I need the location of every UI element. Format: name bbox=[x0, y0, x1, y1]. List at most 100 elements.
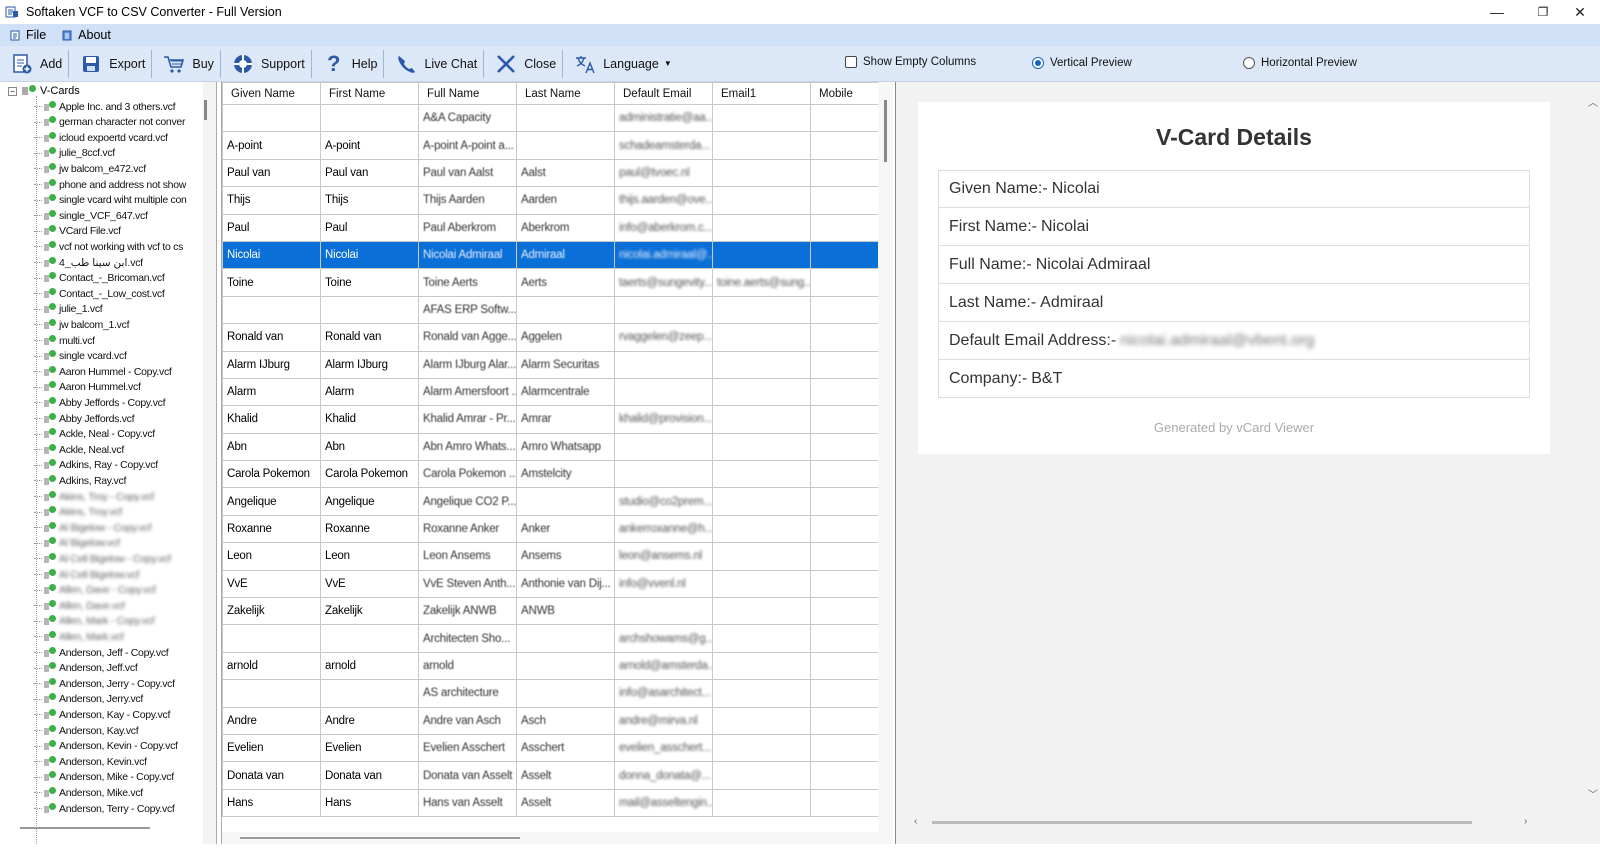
table-row[interactable]: Roxanne Roxanne Roxanne Anker Anker ankerrox… bbox=[222, 514, 879, 544]
tree-item[interactable]: Anderson, Jerry.vcf bbox=[34, 692, 143, 707]
table-row[interactable]: Abn Abn Abn Amro Whats... Amro Whatsapp bbox=[222, 432, 879, 462]
table-row[interactable]: Toine Toine Toine Aerts Aerts taerts@sungevi… bbox=[222, 268, 879, 297]
tree-item[interactable]: Adkins, Ray.vcf bbox=[34, 473, 126, 488]
table-row[interactable]: AS architecture info@asarchitect... bbox=[222, 679, 879, 708]
table-row[interactable]: Angelique Angelique Angelique CO2 P... stud… bbox=[222, 487, 879, 516]
table-row[interactable]: Paul Paul Paul Aberkrom Aberkrom info@aberkr… bbox=[222, 213, 879, 242]
grid-vertical-scrollbar[interactable] bbox=[878, 82, 893, 844]
tree-item[interactable]: single vcard wiht multiple con bbox=[34, 193, 187, 208]
column-header[interactable]: Email1 bbox=[712, 82, 811, 105]
column-header[interactable]: Last Name bbox=[516, 82, 615, 105]
table-row[interactable]: Khalid Khalid Khalid Amrar - Pr... Amrar kha… bbox=[222, 405, 879, 434]
tree-item[interactable]: Anderson, Jerry - Copy.vcf bbox=[34, 676, 175, 691]
tree-item[interactable]: julie_1.vcf bbox=[34, 302, 103, 317]
tree-item[interactable]: 4_ابن سينا طب.vcf bbox=[34, 255, 143, 270]
table-row[interactable]: A-point A-point A-point A-point a... schade… bbox=[222, 131, 879, 160]
chevron-right-icon[interactable]: › bbox=[1524, 816, 1527, 827]
tree-item[interactable]: VCard File.vcf bbox=[34, 224, 121, 239]
column-header[interactable]: First Name bbox=[320, 82, 419, 105]
table-row[interactable]: Evelien Evelien Evelien Asschert Asschert ev… bbox=[222, 733, 879, 763]
chevron-left-icon[interactable]: ‹ bbox=[914, 816, 917, 827]
table-row[interactable]: Leon Leon Leon Ansems Ansems leon@ansems.nl bbox=[222, 542, 879, 571]
tree-item[interactable]: Akins, Troy.vcf bbox=[34, 505, 122, 520]
help-button[interactable]: ? Help bbox=[312, 49, 384, 79]
tree-item[interactable]: Allen, Dave.vcf bbox=[34, 598, 125, 613]
tree-item[interactable]: Abby Jeffords - Copy.vcf bbox=[34, 395, 166, 410]
table-row[interactable]: Donata van Donata van Donata van Asselt Ass… bbox=[222, 761, 879, 790]
column-header[interactable]: Full Name bbox=[418, 82, 517, 105]
tree-item[interactable]: Anderson, Jeff - Copy.vcf bbox=[34, 645, 169, 660]
tree-item[interactable]: Anderson, Kay.vcf bbox=[34, 723, 139, 738]
tree-item[interactable]: Anderson, Mike.vcf bbox=[34, 785, 143, 800]
tree-item[interactable]: Allen, Mark.vcf bbox=[34, 629, 124, 644]
buy-button[interactable]: Buy bbox=[152, 49, 220, 79]
tree-item[interactable]: Adkins, Ray - Copy.vcf bbox=[34, 458, 158, 473]
tree-vertical-scrollbar[interactable] bbox=[203, 82, 216, 844]
tree-item[interactable]: Aaron Hummel - Copy.vcf bbox=[34, 364, 172, 379]
tree-item[interactable]: julie_8ccf.vcf bbox=[34, 146, 115, 161]
tree-hscroll-thumb[interactable] bbox=[20, 827, 150, 829]
table-row[interactable]: Thijs Thijs Thijs Aarden Aarden thijs.aarden… bbox=[222, 186, 879, 215]
preview-vertical-scrollbar[interactable]: ︿ ﹀ bbox=[1586, 82, 1600, 844]
export-button[interactable]: Export bbox=[69, 49, 151, 79]
preview-hscroll-thumb[interactable] bbox=[932, 821, 1472, 824]
tree-item[interactable]: icloud expoertd vcard.vcf bbox=[34, 130, 168, 145]
table-row[interactable]: Andre Andre Andre van Asch Asch andre@mirva.… bbox=[222, 706, 879, 735]
tree-item[interactable]: Apple Inc. and 3 others.vcf bbox=[34, 99, 176, 114]
contacts-grid[interactable]: Given Name First Name Full Name Last Name De… bbox=[221, 82, 893, 844]
tree-item[interactable]: Anderson, Terry - Copy.vcf bbox=[34, 801, 175, 816]
show-empty-columns-checkbox[interactable]: Show Empty Columns bbox=[845, 56, 976, 68]
minimize-button[interactable]: — bbox=[1474, 0, 1520, 24]
tree-item[interactable]: Anderson, Kevin - Copy.vcf bbox=[34, 739, 178, 754]
table-row[interactable]: Carola Pokemon Carola Pokemon Carola Pokem… bbox=[222, 460, 879, 489]
table-row[interactable]: Alarm IJburg Alarm IJburg Alarm IJburg Ala… bbox=[222, 350, 879, 379]
tree-item[interactable]: german character not conver bbox=[34, 115, 185, 130]
table-row[interactable]: Paul van Paul van Paul van Aalst Aalst paul@… bbox=[222, 158, 879, 188]
close-button[interactable]: Close bbox=[484, 49, 562, 79]
table-row[interactable]: arnold arnold arnold arnold@amsterda... bbox=[222, 651, 879, 681]
tree-horizontal-scrollbar[interactable] bbox=[0, 824, 203, 832]
table-row[interactable]: VvE VvE VvE Steven Anth... Anthonie van Dij… bbox=[222, 569, 879, 599]
close-window-button[interactable]: ✕ bbox=[1560, 0, 1600, 24]
tree-item[interactable]: Anderson, Kevin.vcf bbox=[34, 754, 147, 769]
language-dropdown[interactable]: Language ▼ bbox=[563, 49, 678, 79]
tree-item[interactable]: single_VCF_647.vcf bbox=[34, 208, 148, 223]
column-header[interactable]: Default Email bbox=[614, 82, 713, 105]
tree-item[interactable]: Ackle, Neal.vcf bbox=[34, 442, 124, 457]
column-header[interactable]: Mobile bbox=[810, 82, 879, 105]
tree-item[interactable]: Contact_-_Bricoman.vcf bbox=[34, 271, 165, 286]
tree-item[interactable]: Contact_-_Low_cost.vcf bbox=[34, 286, 165, 301]
table-row[interactable]: Zakelijk Zakelijk Zakelijk ANWB ANWB bbox=[222, 597, 879, 626]
tree-item[interactable]: jw balcom_e472.vcf bbox=[34, 161, 146, 176]
table-row[interactable]: Alarm Alarm Alarm Amersfoort ... Alarmcentr… bbox=[222, 377, 879, 407]
menu-file[interactable]: File bbox=[10, 28, 46, 42]
preview-horizontal-scrollbar[interactable]: ‹ › bbox=[910, 816, 1540, 828]
table-row[interactable]: AFAS ERP Softw... bbox=[222, 295, 879, 325]
vertical-preview-radio[interactable]: Vertical Preview bbox=[1032, 57, 1132, 69]
table-row[interactable]: Ronald van Ronald van Ronald van Agge... Ag… bbox=[222, 323, 879, 352]
tree-item[interactable]: Al Bigelow.vcf bbox=[34, 536, 120, 551]
table-row[interactable]: A&A Capacity administratie@aa... bbox=[222, 103, 879, 133]
horizontal-preview-radio[interactable]: Horizontal Preview bbox=[1243, 57, 1357, 69]
tree-root[interactable]: − V-Cards bbox=[8, 85, 80, 97]
tree-item[interactable]: Al Bigelow - Copy.vcf bbox=[34, 520, 151, 535]
support-button[interactable]: Support bbox=[221, 49, 311, 79]
table-row[interactable]: Architecten Sho... archshowams@g... bbox=[222, 624, 879, 653]
tree-item[interactable]: Allen, Dave - Copy.vcf bbox=[34, 583, 156, 598]
tree-item[interactable]: Anderson, Mike - Copy.vcf bbox=[34, 770, 174, 785]
tree-item[interactable]: Aaron Hummel.vcf bbox=[34, 380, 141, 395]
add-button[interactable]: Add bbox=[0, 49, 68, 79]
chevron-up-icon[interactable]: ︿ bbox=[1588, 94, 1598, 109]
grid-horizontal-scrollbar[interactable] bbox=[222, 832, 878, 844]
grid-hscroll-thumb[interactable] bbox=[240, 837, 520, 839]
grid-scroll-thumb[interactable] bbox=[884, 100, 887, 162]
tree-scroll-thumb[interactable] bbox=[204, 100, 207, 120]
table-row[interactable]: Nicolai Nicolai Nicolai Admiraal Admiraal ni… bbox=[222, 240, 879, 270]
vcard-tree[interactable]: − V-Cards Apple Inc. and 3 others.vcf ger… bbox=[0, 82, 217, 844]
tree-item[interactable]: Anderson, Jeff.vcf bbox=[34, 661, 138, 676]
tree-item[interactable]: Abby Jeffords.vcf bbox=[34, 411, 135, 426]
tree-item[interactable]: Al Cell Bigelow.vcf bbox=[34, 567, 139, 582]
tree-item[interactable]: jw balcom_1.vcf bbox=[34, 317, 130, 332]
menu-about[interactable]: About bbox=[62, 28, 111, 42]
tree-item[interactable]: vcf not working with vcf to cs bbox=[34, 239, 183, 254]
